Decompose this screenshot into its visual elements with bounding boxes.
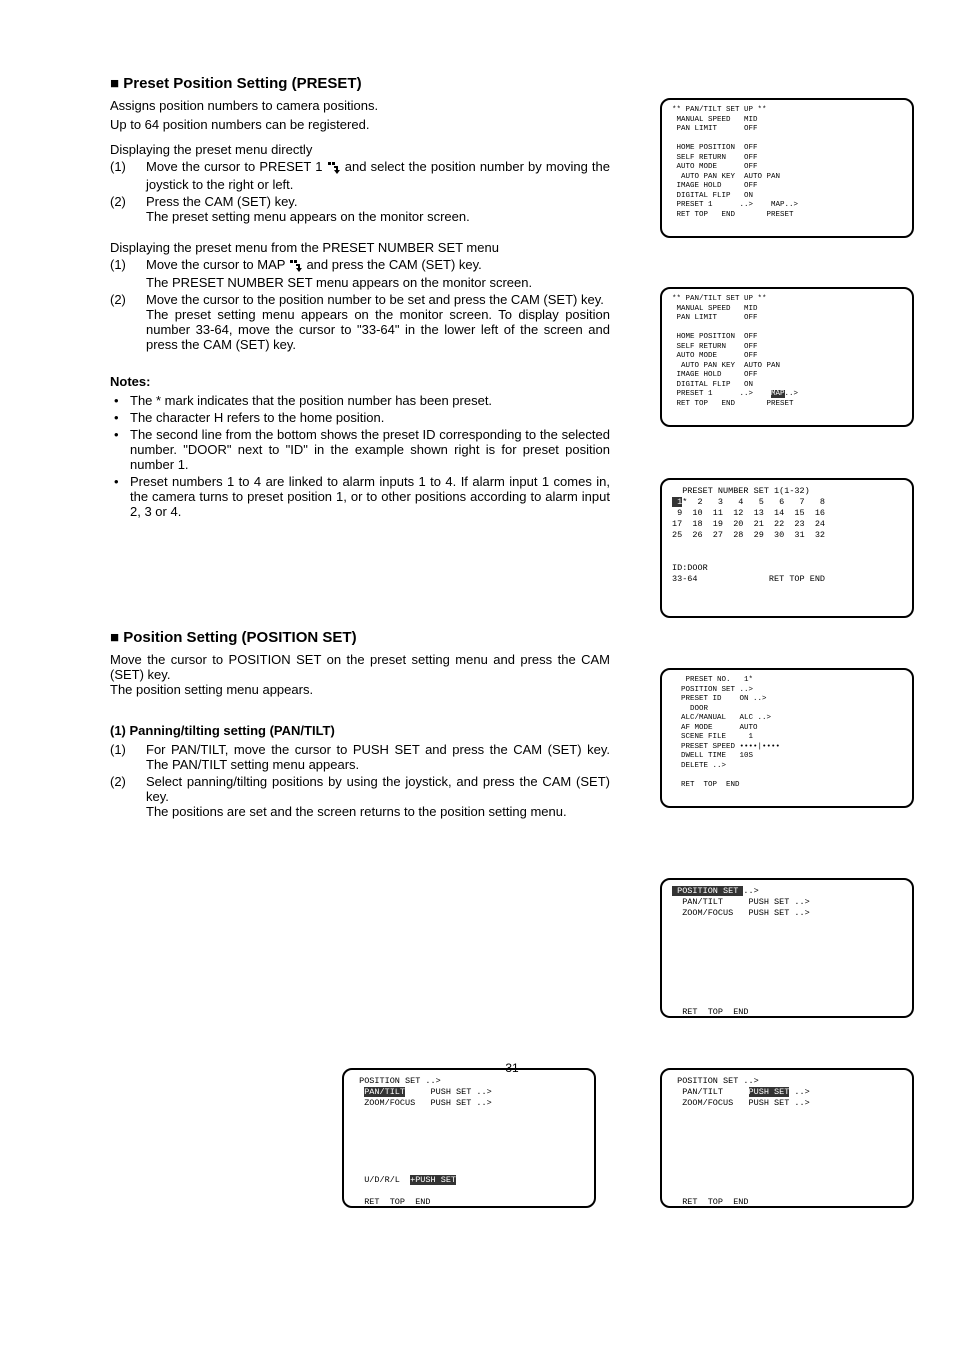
list-direct: (1) Move the cursor to PRESET 1 and sele… bbox=[110, 159, 610, 224]
m3-hl: 1 bbox=[672, 497, 682, 507]
note-item: The character H refers to the home posit… bbox=[110, 410, 610, 425]
monitor-screen-pantilt-pushset-a: POSITION SET ..> PAN/TILT PUSH SET ..> Z… bbox=[342, 1068, 596, 1208]
m2-hl: MAP bbox=[771, 390, 785, 398]
m1-body: ** PAN/TILT SET UP ** MANUAL SPEED MID P… bbox=[672, 106, 798, 219]
from-step-1: (1) Move the cursor to MAP and press the… bbox=[110, 257, 610, 290]
step-text: Select panning/tilting positions by usin… bbox=[146, 774, 610, 819]
m7-post: ..> ZOOM/FOCUS PUSH SET ..> RET TOP END bbox=[672, 1087, 810, 1207]
subhead-from: Displaying the preset menu from the PRES… bbox=[110, 240, 914, 255]
monitor-screen-position-set: POSITION SET ..> PAN/TILT PUSH SET ..> Z… bbox=[660, 878, 914, 1018]
monitor-screen-preset-no: PRESET NO. 1* POSITION SET ..> PRESET ID… bbox=[660, 668, 914, 808]
step-text: Move the cursor to PRESET 1 and select t… bbox=[146, 159, 610, 192]
notes-list: The * mark indicates that the position n… bbox=[110, 393, 610, 519]
step-text: Press the CAM (SET) key. The preset sett… bbox=[146, 194, 610, 224]
t1a: Move the cursor to PRESET 1 bbox=[146, 159, 327, 174]
monitor-screen-pantilt-pushset-b: POSITION SET ..> PAN/TILT PUSH SET ..> Z… bbox=[660, 1068, 914, 1208]
m2-body: ** PAN/TILT SET UP ** MANUAL SPEED MID P… bbox=[672, 295, 780, 398]
step-num: (2) bbox=[110, 292, 146, 352]
from-step-2: (2) Move the cursor to the position numb… bbox=[110, 292, 610, 352]
preset-arrow-icon bbox=[327, 160, 341, 177]
t1a: Move the cursor to MAP bbox=[146, 257, 289, 272]
step-num: (1) bbox=[110, 159, 146, 192]
direct-step-1: (1) Move the cursor to PRESET 1 and sele… bbox=[110, 159, 610, 192]
m3-rest: * 2 3 4 5 6 7 8 9 10 11 12 13 14 15 16 1… bbox=[672, 497, 825, 584]
note-item: Preset numbers 1 to 4 are linked to alar… bbox=[110, 474, 610, 519]
monitor-screen-preset-number-set: PRESET NUMBER SET 1(1-32) 1* 2 3 4 5 6 7… bbox=[660, 478, 914, 618]
position-para: Move the cursor to POSITION SET on the p… bbox=[110, 652, 610, 697]
m5-hl: POSITION SET bbox=[672, 886, 743, 896]
step-num: (1) bbox=[110, 257, 146, 290]
m6-post: PUSH SET ..> ZOOM/FOCUS PUSH SET ..> U/D… bbox=[354, 1087, 492, 1185]
monitor-screen-pantilt-setup-b: ** PAN/TILT SET UP ** MANUAL SPEED MID P… bbox=[660, 287, 914, 427]
step-num: (2) bbox=[110, 774, 146, 819]
heading-position-setting: ■ Position Setting (POSITION SET) bbox=[110, 629, 914, 646]
m6-end: RET TOP END bbox=[354, 1197, 431, 1207]
m7-hl: PUSH SET bbox=[749, 1087, 790, 1097]
step-num: (2) bbox=[110, 194, 146, 224]
monitor-screen-pantilt-setup-a: ** PAN/TILT SET UP ** MANUAL SPEED MID P… bbox=[660, 98, 914, 238]
step-text: For PAN/TILT, move the cursor to PUSH SE… bbox=[146, 742, 610, 772]
heading-preset: ■ Preset Position Setting (PRESET) bbox=[110, 75, 914, 92]
m3-title: PRESET NUMBER SET 1(1-32) bbox=[672, 486, 810, 496]
step-text: Move the cursor to MAP and press the CAM… bbox=[146, 257, 610, 290]
pt-step-1: (1) For PAN/TILT, move the cursor to PUS… bbox=[110, 742, 610, 772]
step-text: Move the cursor to the position number t… bbox=[146, 292, 610, 352]
map-arrow-icon bbox=[289, 258, 303, 275]
m5-body: ..> PAN/TILT PUSH SET ..> ZOOM/FOCUS PUS… bbox=[672, 886, 810, 1017]
heading-preset-note: Up to 64 position numbers can be registe… bbox=[110, 117, 610, 132]
list-pantilt: (1) For PAN/TILT, move the cursor to PUS… bbox=[110, 742, 610, 819]
direct-step-2: (2) Press the CAM (SET) key. The preset … bbox=[110, 194, 610, 224]
m7-pre: POSITION SET ..> PAN/TILT bbox=[672, 1076, 759, 1097]
m4-body: PRESET NO. 1* POSITION SET ..> PRESET ID… bbox=[672, 676, 780, 789]
note-item: The second line from the bottom shows th… bbox=[110, 427, 610, 472]
list-from: (1) Move the cursor to MAP and press the… bbox=[110, 257, 610, 352]
m6-hl2: +PUSH SET bbox=[410, 1175, 456, 1185]
note-item: The * mark indicates that the position n… bbox=[110, 393, 610, 408]
pt-step-2: (2) Select panning/tilting positions by … bbox=[110, 774, 610, 819]
heading-preset-sub: Assigns position numbers to camera posit… bbox=[110, 98, 610, 113]
m6-hl: PAN/TILT bbox=[364, 1087, 405, 1097]
step-num: (1) bbox=[110, 742, 146, 772]
